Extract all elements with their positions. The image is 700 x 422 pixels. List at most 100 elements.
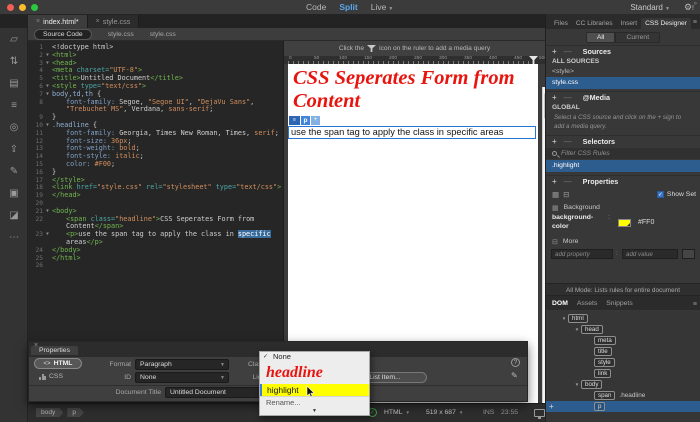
element-tag-badge[interactable]: p: [301, 116, 310, 125]
selector-item[interactable]: .highlight: [546, 160, 700, 172]
cc-libraries-icon[interactable]: ▤: [0, 72, 28, 94]
workspace-switcher[interactable]: Standard ▼: [630, 3, 670, 12]
document-tab[interactable]: ×index.html*: [28, 15, 88, 28]
class-menu-item-headline[interactable]: headline: [260, 362, 369, 384]
class-menu-item-rename[interactable]: Rename...: [260, 396, 369, 407]
fold-arrow-icon[interactable]: ▼: [43, 52, 52, 60]
dom-node-title[interactable]: title: [546, 346, 700, 357]
code-line[interactable]: 15color: #F00;: [28, 161, 283, 169]
dom-tab-snippets[interactable]: Snippets: [606, 300, 632, 307]
filter-css-rules-input[interactable]: Filter CSS Rules: [546, 148, 700, 159]
doc-type-select[interactable]: HTML▼: [384, 409, 410, 416]
media-query-marker-icon[interactable]: [529, 56, 538, 64]
maximize-window-icon[interactable]: [31, 4, 38, 11]
code-line[interactable]: 26: [28, 262, 283, 270]
add-source-button[interactable]: +: [552, 47, 557, 56]
selected-paragraph[interactable]: use the span tag to apply the class in s…: [288, 126, 536, 139]
add-media-button[interactable]: +: [552, 93, 557, 102]
page-heading[interactable]: CSS Seperates Form from Content: [293, 67, 535, 113]
add-more-box[interactable]: [682, 249, 695, 259]
minimize-window-icon[interactable]: [19, 4, 26, 11]
all-sources-item[interactable]: ALL SOURCES: [546, 57, 700, 67]
fold-arrow-icon[interactable]: ▼: [43, 83, 52, 91]
properties-panel-tab[interactable]: Properties: [31, 346, 78, 355]
related-file-style-css[interactable]: style.css: [108, 31, 134, 38]
fold-arrow-icon[interactable]: ▼: [43, 208, 52, 216]
panel-menu-icon[interactable]: ≡: [693, 19, 697, 26]
apply-comment-icon[interactable]: ▣: [0, 182, 28, 204]
panel-tab-css-designer[interactable]: CSS Designer: [641, 18, 691, 29]
related-file-source-code[interactable]: Source Code: [34, 29, 92, 40]
open-documents-icon[interactable]: ▱: [0, 28, 28, 50]
dom-node-span[interactable]: span.headline: [546, 390, 700, 401]
code-line[interactable]: 19</head>: [28, 192, 283, 200]
file-management-icon[interactable]: ⇅: [0, 50, 28, 72]
dom-node-p[interactable]: +p: [546, 401, 700, 412]
help-icon[interactable]: ?: [511, 358, 520, 367]
window-size-select[interactable]: 519 x 687▼: [426, 409, 463, 416]
remove-property-button[interactable]: —: [564, 177, 572, 186]
fold-arrow-icon[interactable]: ▼: [43, 60, 52, 68]
more-properties-icon[interactable]: ⊟: [563, 190, 569, 199]
dom-node-style[interactable]: style: [546, 357, 700, 368]
global-media-item[interactable]: GLOBAL: [546, 103, 700, 113]
add-property-input[interactable]: add property: [551, 249, 613, 259]
close-tab-icon[interactable]: ×: [36, 18, 40, 25]
view-mode-code[interactable]: Code: [306, 2, 326, 12]
fold-arrow-icon[interactable]: ▼: [43, 122, 52, 130]
expand-chevron-icon[interactable]: ▼: [560, 316, 568, 321]
view-mode-live[interactable]: Live▼: [371, 2, 394, 12]
device-preview-icon[interactable]: [534, 409, 545, 417]
panel-tab-cc-libraries[interactable]: CC Libraries: [572, 18, 617, 29]
dom-node-body[interactable]: ▼body: [546, 379, 700, 390]
source-item[interactable]: style.css: [546, 77, 700, 89]
dom-node-head[interactable]: ▼head: [546, 324, 700, 335]
tag-selector-p[interactable]: p: [67, 408, 84, 417]
menu-scroll-down-icon[interactable]: ▼: [260, 407, 369, 415]
add-selector-button[interactable]: +: [552, 137, 557, 146]
live-view-options-icon[interactable]: ◎: [0, 116, 28, 138]
fold-arrow-icon[interactable]: ▼: [43, 231, 52, 239]
code-line[interactable]: "Trebuchet MS", Verdana, sans-serif;: [28, 106, 283, 114]
element-menu-icon[interactable]: ≡: [289, 116, 300, 125]
more-tools-icon[interactable]: ⋯: [0, 226, 28, 248]
dom-node-html[interactable]: ▼html: [546, 313, 700, 324]
html-mode-button[interactable]: <> HTML: [34, 358, 82, 369]
panel-tab-files[interactable]: Files: [550, 18, 572, 29]
ruler[interactable]: 050100150200250300350400450500: [284, 56, 545, 64]
class-menu-item-highlight[interactable]: highlight: [260, 384, 369, 396]
expand-chevron-icon[interactable]: ▼: [573, 327, 581, 332]
fold-arrow-icon[interactable]: ▼: [43, 91, 52, 99]
document-tab[interactable]: ×style.css: [88, 15, 140, 28]
settings-gear-icon[interactable]: ⚙!: [684, 2, 694, 13]
dom-panel-menu-icon[interactable]: ≡: [693, 301, 697, 308]
id-select[interactable]: None▼: [135, 372, 229, 383]
css-mode-button[interactable]: CSS: [39, 373, 63, 380]
tag-selector-body[interactable]: body: [36, 408, 63, 417]
mode-button-all[interactable]: All: [586, 32, 616, 43]
dom-node-link[interactable]: link: [546, 368, 700, 379]
quick-tag-edit-icon[interactable]: ✎: [511, 371, 518, 380]
edit-icon[interactable]: ✎: [0, 160, 28, 182]
remove-comment-icon[interactable]: ◪: [0, 204, 28, 226]
class-menu-item-none[interactable]: None✓: [260, 352, 369, 362]
format-select[interactable]: Paragraph▼: [135, 359, 229, 370]
remove-source-button[interactable]: —: [564, 47, 572, 56]
close-window-icon[interactable]: [7, 4, 14, 11]
collapse-panels-icon[interactable]: »: [694, 1, 697, 7]
property-value[interactable]: #FF0: [638, 219, 654, 226]
panel-tab-insert[interactable]: Insert: [617, 18, 642, 29]
format-source-icon[interactable]: ≡: [0, 94, 28, 116]
add-value-input[interactable]: add value: [622, 249, 678, 259]
dom-tab-dom[interactable]: DOM: [552, 300, 568, 307]
code-line[interactable]: 25</html>: [28, 255, 283, 263]
add-element-icon[interactable]: +: [549, 402, 554, 412]
layout-properties-icon[interactable]: ▦: [552, 190, 559, 199]
expand-chevron-icon[interactable]: ▼: [573, 382, 581, 387]
show-set-toggle[interactable]: ✓ Show Set: [657, 191, 696, 198]
show-set-checkbox[interactable]: ✓: [657, 191, 664, 198]
remove-media-button[interactable]: —: [564, 93, 572, 102]
remove-selector-button[interactable]: —: [564, 137, 572, 146]
related-file-style-css[interactable]: style.css: [150, 31, 176, 38]
view-mode-split[interactable]: Split: [339, 2, 357, 12]
